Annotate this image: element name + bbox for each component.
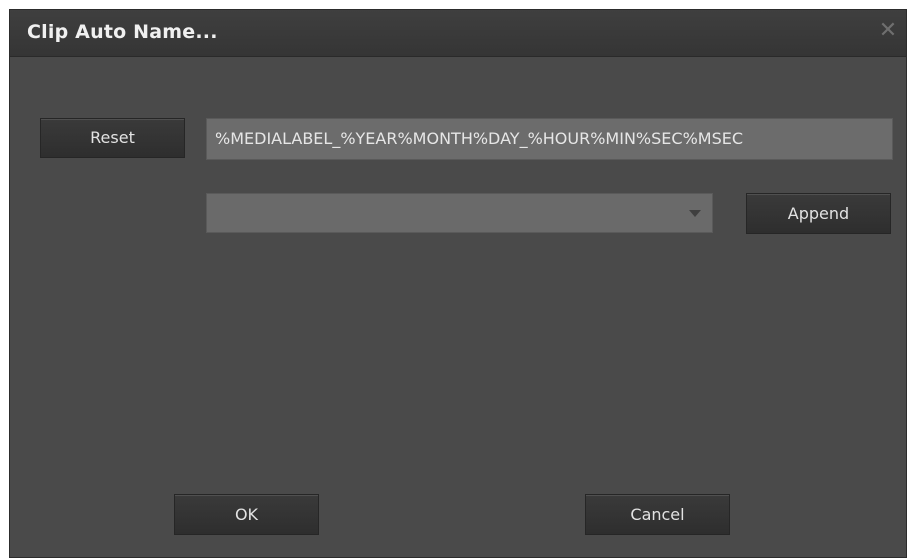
token-dropdown[interactable] bbox=[206, 193, 713, 233]
title-bar[interactable]: Clip Auto Name... ✕ bbox=[10, 10, 906, 57]
name-pattern-input[interactable]: %MEDIALABEL_%YEAR%MONTH%DAY_%HOUR%MIN%SE… bbox=[206, 118, 893, 160]
clip-auto-name-dialog: Clip Auto Name... ✕ Reset %MEDIALABEL_%Y… bbox=[9, 9, 907, 558]
dialog-title: Clip Auto Name... bbox=[27, 21, 218, 43]
ok-button[interactable]: OK bbox=[174, 494, 319, 535]
cancel-button[interactable]: Cancel bbox=[585, 494, 730, 535]
close-icon[interactable]: ✕ bbox=[876, 19, 900, 43]
chevron-down-icon[interactable] bbox=[689, 210, 701, 217]
reset-button[interactable]: Reset bbox=[40, 118, 185, 158]
append-button[interactable]: Append bbox=[746, 193, 891, 234]
